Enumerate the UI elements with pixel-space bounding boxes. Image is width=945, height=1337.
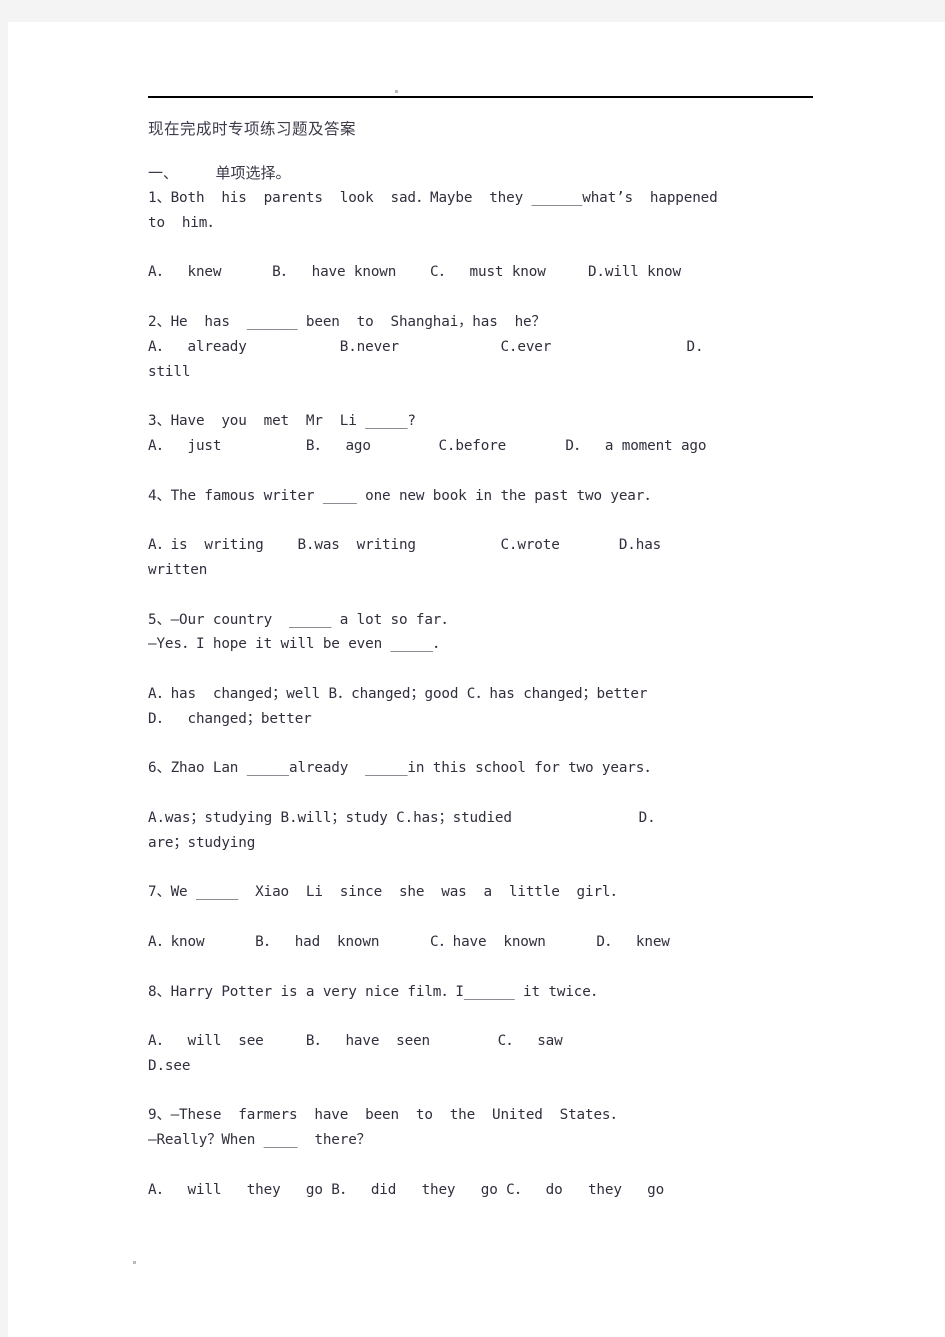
gap-after-question-4 [148,583,820,608]
question-7-gap [148,905,820,930]
question-5-options: A．has changed；well B．changed；good C．has … [148,685,648,727]
gap-after-question-7 [148,955,820,980]
header-stray-mark [395,90,398,93]
document-body: 现在完成时专项练习题及答案 一、 单项选择。 1、Both his parent… [148,118,820,1203]
gap-after-question-1 [148,285,820,310]
question-2-options: A． already B.never C.ever D. still [148,338,704,380]
question-1: 1、Both his parents look sad．Maybe they _… [148,186,820,285]
question-7-stem: 7、We _____ Xiao Li since she was a littl… [148,884,625,901]
question-6-options: A.was；studying B.will；study C.has；studie… [148,809,656,851]
section-heading-single-choice: 一、 单项选择。 [148,164,291,182]
gap-after-question-6 [148,856,820,881]
question-1-stem: 1、Both his parents look sad．Maybe they _… [148,190,718,231]
question-2-stem: 2、He has ______ been to Shanghai，has he？ [148,313,546,330]
question-4-options: A．is writing B.was writing C.wrote D.has… [148,537,662,578]
document-title: 现在完成时专项练习题及答案 [148,120,357,138]
question-2: 2、He has ______ been to Shanghai，has he？… [148,310,820,384]
question-9: 9、—These farmers have been to the United… [148,1103,820,1202]
question-8-gap [148,1004,820,1029]
footer-stray-mark [133,1261,136,1264]
gap-after-question-8 [148,1079,820,1104]
question-7: 7、We _____ Xiao Li since she was a littl… [148,880,820,954]
question-9-gap [148,1153,820,1178]
question-3-options: A． just B． ago C.before D． a moment ago [148,437,707,454]
gap-after-question-5 [148,732,820,757]
question-1-gap [148,236,820,261]
question-8-stem: 8、Harry Potter is a very nice film．I____… [148,983,605,1000]
question-3-stem: 3、Have you met Mr Li _____? [148,413,416,430]
question-5: 5、—Our country _____ a lot so far． —Yes．… [148,608,820,732]
header-horizontal-rule [148,96,813,98]
question-4-gap [148,508,820,533]
question-3: 3、Have you met Mr Li _____? A． just B． a… [148,409,820,459]
question-1-options: A． knew B． have known C． must know D.wil… [148,264,681,281]
question-9-options: A． will they go B． did they go C． do the… [148,1181,665,1198]
question-8-options: A． will see B． have seen C． saw D.see [148,1033,563,1074]
question-8: 8、Harry Potter is a very nice film．I____… [148,980,820,1079]
document-page: 现在完成时专项练习题及答案 一、 单项选择。 1、Both his parent… [0,0,945,1337]
gap-after-question-3 [148,459,820,484]
question-5-gap [148,657,820,682]
question-5-stem: 5、—Our country _____ a lot so far． —Yes．… [148,611,456,653]
question-9-stem: 9、—These farmers have been to the United… [148,1107,625,1149]
question-6-stem: 6、Zhao Lan _____already _____in this sch… [148,760,659,777]
question-6: 6、Zhao Lan _____already _____in this sch… [148,756,820,855]
question-4: 4、The famous writer ____ one new book in… [148,484,820,583]
gap-after-question-2 [148,384,820,409]
question-4-stem: 4、The famous writer ____ one new book in… [148,487,659,504]
question-7-options: A．know B． had known C．have known D． knew [148,933,670,950]
question-6-gap [148,781,820,806]
